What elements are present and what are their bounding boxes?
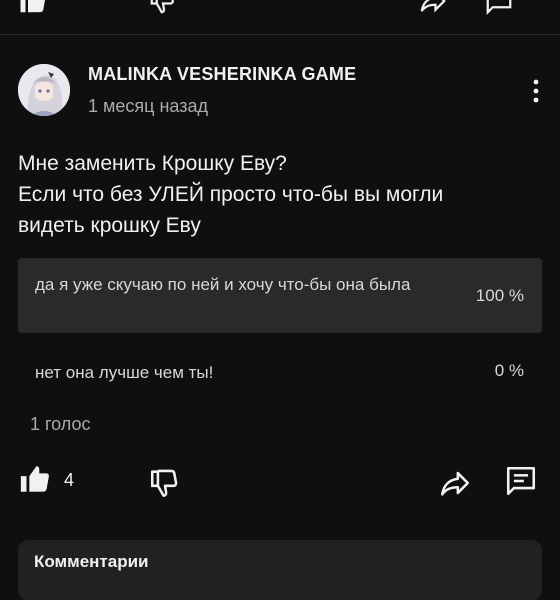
divider [0, 34, 560, 35]
previous-post-action-bar [0, 0, 560, 34]
poll-vote-count: 1 голос [30, 414, 91, 434]
like-icon[interactable] [18, 0, 48, 16]
post-text-line: видеть крошку Еву [18, 214, 201, 237]
comment-icon[interactable] [484, 0, 514, 16]
share-icon[interactable] [418, 0, 448, 16]
share-icon[interactable] [438, 466, 472, 500]
post-text-line: Мне заменить Крошку Еву? [18, 152, 287, 175]
like-icon[interactable] [18, 462, 52, 496]
poll-option-1[interactable]: да я уже скучаю по ней и хочу что-бы она… [18, 258, 542, 333]
avatar-image [18, 64, 70, 116]
post-action-bar: 4 [0, 462, 560, 502]
channel-name[interactable]: MALINKA VESHERINKA GAME [88, 64, 356, 85]
poll-option-percent: 0 % [494, 361, 524, 380]
comment-icon[interactable] [504, 464, 538, 498]
channel-avatar[interactable] [18, 64, 70, 116]
poll-option-percent: 100 % [475, 286, 524, 305]
poll-option-label: нет она лучше чем ты! [35, 363, 214, 382]
post-text: Мне заменить Крошку Еву? Если что без УЛ… [18, 148, 538, 241]
comments-title: Комментарии [34, 552, 149, 571]
like-count: 4 [64, 470, 75, 490]
comments-section[interactable]: Комментарии [18, 540, 542, 600]
poll-option-2[interactable]: нет она лучше чем ты! 0 % [18, 352, 542, 394]
poll-option-label: да я уже скучаю по ней и хочу что-бы она… [35, 275, 411, 294]
post-timestamp: 1 месяц назад [88, 96, 208, 116]
dislike-icon[interactable] [148, 0, 178, 16]
more-vertical-icon[interactable] [524, 76, 548, 106]
post-text-line: Если что без УЛЕЙ просто что-бы вы могли [18, 183, 444, 206]
dislike-icon[interactable] [148, 466, 182, 500]
